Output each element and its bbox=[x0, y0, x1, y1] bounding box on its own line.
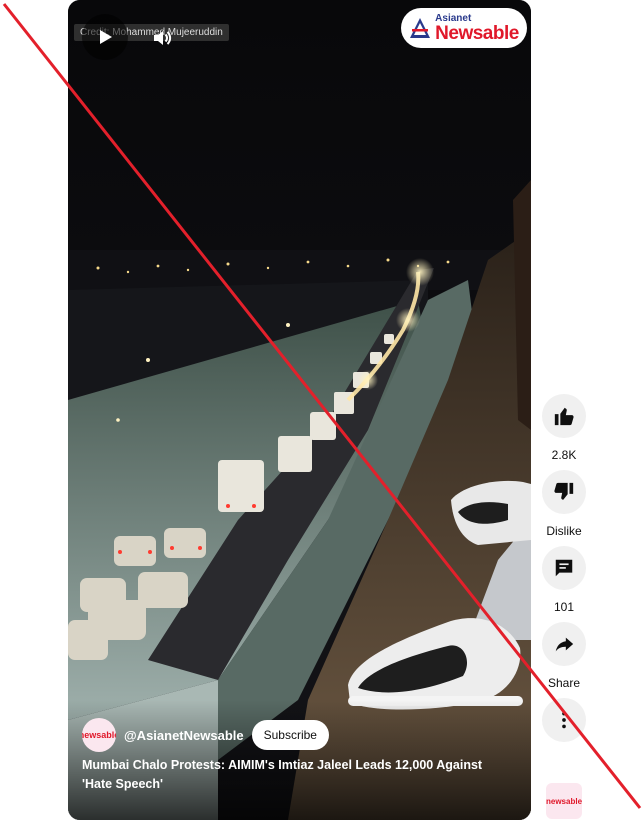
subscribe-button[interactable]: Subscribe bbox=[251, 720, 329, 750]
share-icon bbox=[555, 637, 574, 652]
comment-action: 101 bbox=[542, 546, 586, 616]
video-frame bbox=[68, 0, 531, 820]
more-action bbox=[542, 698, 586, 742]
top-overlay: Credit: Mohammed Mujeeruddin Asianet New… bbox=[68, 0, 531, 80]
comment-count: 101 bbox=[553, 600, 575, 614]
more-icon bbox=[562, 711, 566, 729]
channel-avatar-text: newsable bbox=[82, 730, 116, 740]
channel-avatar[interactable]: newsable bbox=[82, 718, 116, 752]
share-action: Share bbox=[542, 622, 586, 692]
channel-thumbnail-text: newsable bbox=[546, 796, 582, 806]
channel-row: newsable @AsianetNewsable Subscribe bbox=[82, 718, 329, 752]
dislike-action: Dislike bbox=[542, 470, 586, 540]
comment-button[interactable] bbox=[542, 546, 586, 590]
volume-icon bbox=[154, 31, 172, 45]
shorts-video-player[interactable]: Credit: Mohammed Mujeeruddin Asianet New… bbox=[68, 0, 531, 820]
volume-button[interactable] bbox=[146, 22, 178, 54]
play-icon bbox=[100, 30, 112, 44]
play-button[interactable] bbox=[82, 14, 128, 60]
dislike-icon bbox=[554, 482, 574, 500]
bottom-info-overlay: newsable @AsianetNewsable Subscribe Mumb… bbox=[68, 700, 531, 820]
asianet-logo-icon bbox=[410, 18, 431, 38]
channel-handle[interactable]: @AsianetNewsable bbox=[124, 728, 244, 743]
brand-main-text: Newsable bbox=[435, 22, 519, 44]
dislike-button[interactable] bbox=[542, 470, 586, 514]
like-button[interactable] bbox=[542, 394, 586, 438]
comment-icon bbox=[555, 559, 573, 577]
channel-watermark-logo: Asianet Newsable bbox=[401, 8, 527, 48]
brand-top-text: Asianet bbox=[435, 12, 472, 24]
share-label: Share bbox=[547, 676, 581, 690]
dislike-label: Dislike bbox=[546, 524, 582, 538]
like-icon bbox=[554, 407, 574, 426]
like-count: 2.8K bbox=[551, 448, 577, 462]
action-bar: 2.8K Dislike 101 Share bbox=[541, 394, 587, 748]
video-title[interactable]: Mumbai Chalo Protests: AIMIM's Imtiaz Ja… bbox=[82, 756, 513, 794]
more-button[interactable] bbox=[542, 698, 586, 742]
like-action: 2.8K bbox=[542, 394, 586, 464]
channel-thumbnail-button[interactable]: newsable bbox=[546, 783, 582, 819]
share-button[interactable] bbox=[542, 622, 586, 666]
